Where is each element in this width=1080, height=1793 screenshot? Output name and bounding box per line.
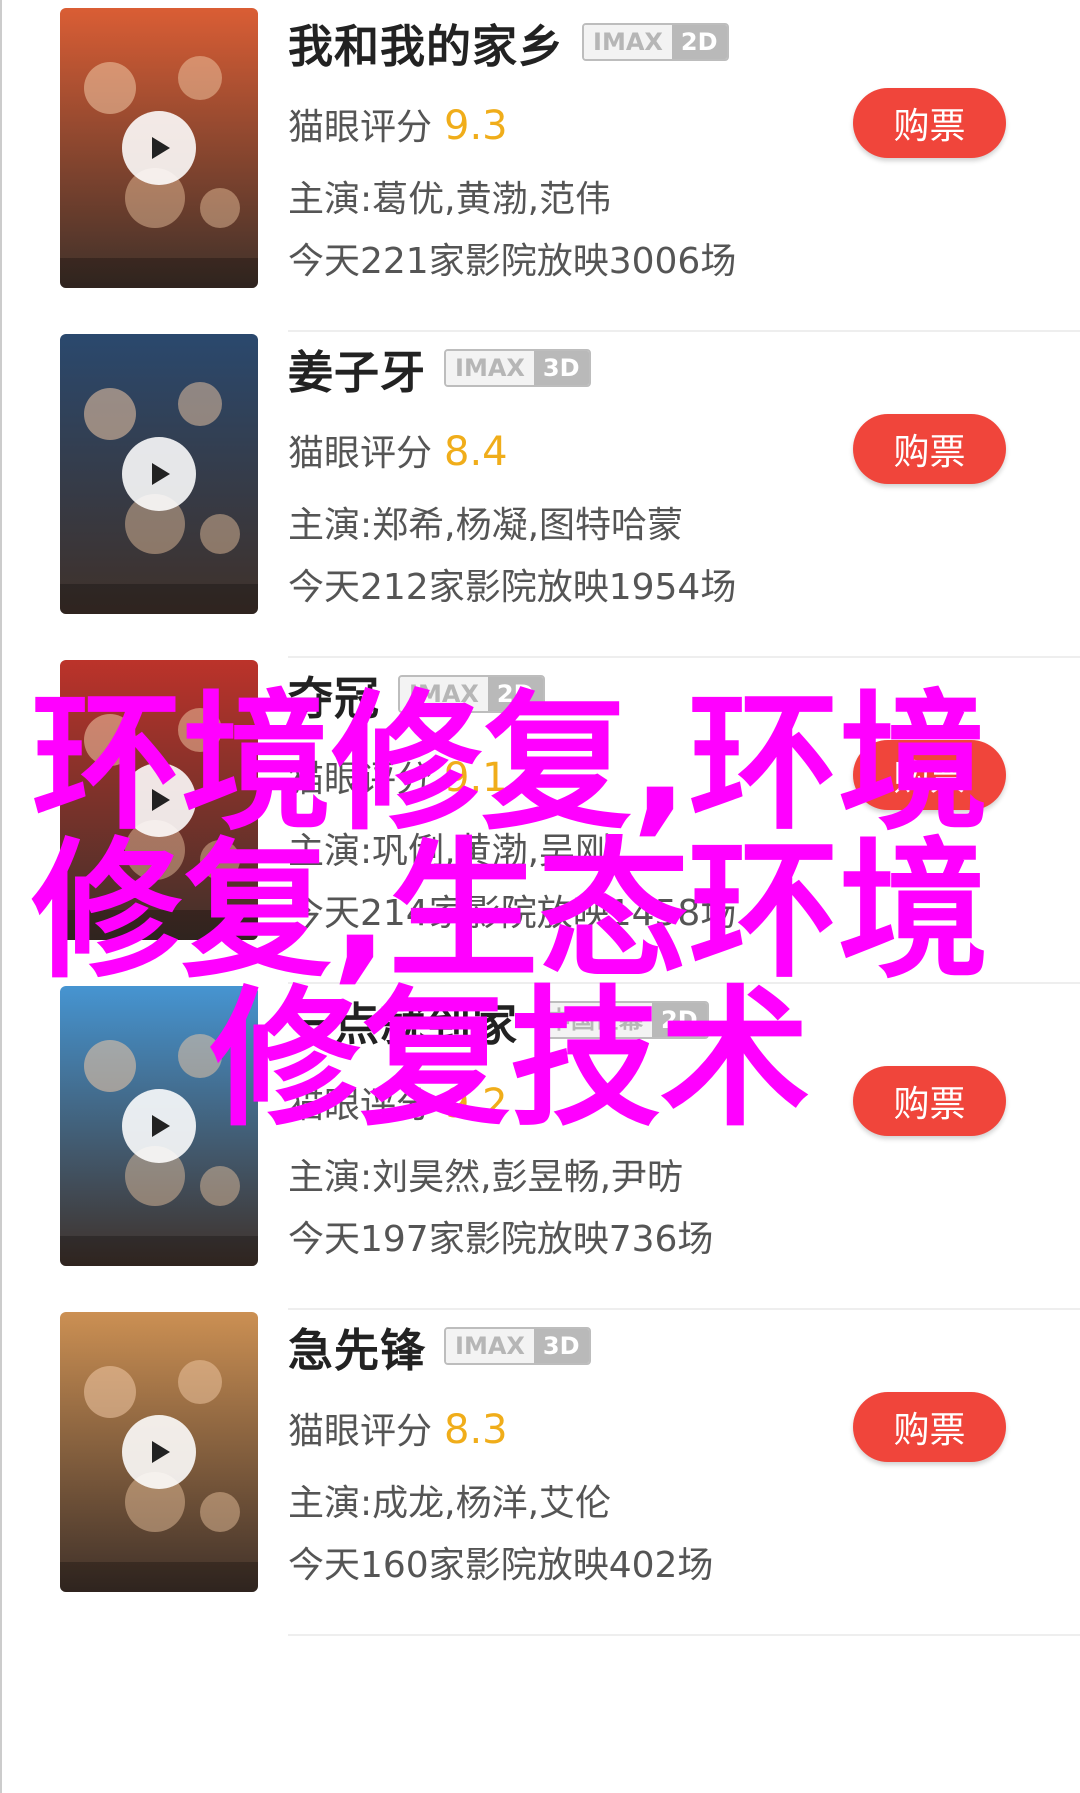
format-badge-dimension: 2D — [652, 1003, 707, 1037]
cast-text: 主演:刘昊然,彭昱畅,尹昉 — [288, 1157, 684, 1198]
format-badge-dimension: 3D — [533, 351, 589, 385]
format-badge-dimension: 2D — [671, 25, 727, 59]
format-badge-screen: IMAX — [584, 25, 672, 59]
buy-ticket-button[interactable]: 购票 — [853, 88, 1006, 158]
showings-text: 今天221家影院放映3006场 — [288, 241, 737, 282]
showings-text: 今天212家影院放映1954场 — [288, 567, 737, 608]
format-badge-screen: IMAX — [400, 677, 488, 711]
play-button[interactable] — [122, 1415, 196, 1489]
buy-ticket-button[interactable]: 购票 — [853, 414, 1006, 484]
play-icon — [152, 1115, 170, 1137]
rating-row: 猫眼评分 8.4 — [288, 424, 508, 476]
title-row: 急先锋 IMAX 3D — [288, 1314, 591, 1379]
movie-item[interactable]: 姜子牙 IMAX 3D 猫眼评分 8.4 主演:郑希,杨凝,图特哈蒙 今天212家… — [0, 326, 1080, 699]
format-badge-screen: 中国巨幕 — [538, 1003, 653, 1037]
format-badge: IMAX 3D — [444, 1327, 591, 1365]
showings-text: 今天197家影院放映736场 — [288, 1219, 714, 1260]
divider — [288, 1634, 1080, 1636]
play-icon — [152, 1441, 170, 1463]
rating-label: 猫眼评分 — [288, 759, 433, 800]
movie-title[interactable]: 我和我的家乡 — [288, 10, 564, 75]
rating-score: 9.1 — [444, 755, 508, 801]
title-row: 夺冠 IMAX 2D — [288, 662, 545, 727]
movie-poster[interactable] — [60, 660, 258, 940]
showings-text: 今天160家影院放映402场 — [288, 1545, 714, 1586]
cast-text: 主演:葛优,黄渤,范伟 — [288, 179, 612, 220]
play-button[interactable] — [122, 1089, 196, 1163]
play-icon — [152, 789, 170, 811]
movie-poster[interactable] — [60, 8, 258, 288]
play-button[interactable] — [122, 437, 196, 511]
rating-score: 9.3 — [444, 103, 508, 149]
showings-text: 今天214家影院放映1458场 — [288, 893, 737, 934]
movie-title[interactable]: 夺冠 — [288, 662, 380, 727]
rating-row: 猫眼评分 9.2 — [288, 1076, 508, 1128]
format-badge-dimension: 2D — [487, 677, 543, 711]
rating-label: 猫眼评分 — [288, 107, 433, 148]
format-badge: 中国巨幕 2D — [536, 1001, 709, 1039]
format-badge: IMAX 3D — [444, 349, 591, 387]
format-badge: IMAX 2D — [582, 23, 729, 61]
buy-ticket-button[interactable]: 购票 — [853, 1392, 1006, 1462]
movie-title[interactable]: 姜子牙 — [288, 336, 426, 401]
title-row: 一点就到家 中国巨幕 2D — [288, 988, 709, 1053]
rating-row: 猫眼评分 9.1 — [288, 750, 508, 802]
movie-item[interactable]: 夺冠 IMAX 2D 猫眼评分 9.1 主演:巩俐,黄渤,吴刚 今天214家影院放… — [0, 652, 1080, 1025]
rating-row: 猫眼评分 8.3 — [288, 1402, 508, 1454]
rating-score: 8.4 — [444, 429, 508, 475]
movie-item[interactable]: 我和我的家乡 IMAX 2D 猫眼评分 9.3 主演:葛优,黄渤,范伟 今天221… — [0, 0, 1080, 373]
play-icon — [152, 463, 170, 485]
cast-text: 主演:巩俐,黄渤,吴刚 — [288, 831, 612, 872]
rating-score: 9.2 — [444, 1081, 508, 1127]
rating-label: 猫眼评分 — [288, 1085, 433, 1126]
title-row: 我和我的家乡 IMAX 2D — [288, 10, 729, 75]
movie-title[interactable]: 急先锋 — [288, 1314, 426, 1379]
rating-score: 8.3 — [444, 1407, 508, 1453]
movie-poster[interactable] — [60, 334, 258, 614]
rating-label: 猫眼评分 — [288, 1411, 433, 1452]
play-button[interactable] — [122, 763, 196, 837]
cast-text: 主演:郑希,杨凝,图特哈蒙 — [288, 505, 684, 546]
cast-text: 主演:成龙,杨洋,艾伦 — [288, 1483, 612, 1524]
movie-poster[interactable] — [60, 986, 258, 1266]
rating-label: 猫眼评分 — [288, 433, 433, 474]
play-icon — [152, 137, 170, 159]
format-badge-screen: IMAX — [446, 1329, 534, 1363]
format-badge-screen: IMAX — [446, 351, 534, 385]
movie-poster[interactable] — [60, 1312, 258, 1592]
movie-item[interactable]: 急先锋 IMAX 3D 猫眼评分 8.3 主演:成龙,杨洋,艾伦 今天160家影院… — [0, 1304, 1080, 1677]
format-badge-dimension: 3D — [533, 1329, 589, 1363]
title-row: 姜子牙 IMAX 3D — [288, 336, 591, 401]
format-badge: IMAX 2D — [398, 675, 545, 713]
buy-ticket-button[interactable]: 购票 — [853, 1066, 1006, 1136]
movie-item[interactable]: 一点就到家 中国巨幕 2D 猫眼评分 9.2 主演:刘昊然,彭昱畅,尹昉 今天19… — [0, 978, 1080, 1351]
play-button[interactable] — [122, 111, 196, 185]
rating-row: 猫眼评分 9.3 — [288, 98, 508, 150]
movie-title[interactable]: 一点就到家 — [288, 988, 518, 1053]
buy-ticket-button[interactable]: 购票 — [853, 740, 1006, 810]
movie-list: 我和我的家乡 IMAX 2D 猫眼评分 9.3 主演:葛优,黄渤,范伟 今天221… — [0, 0, 1080, 1793]
